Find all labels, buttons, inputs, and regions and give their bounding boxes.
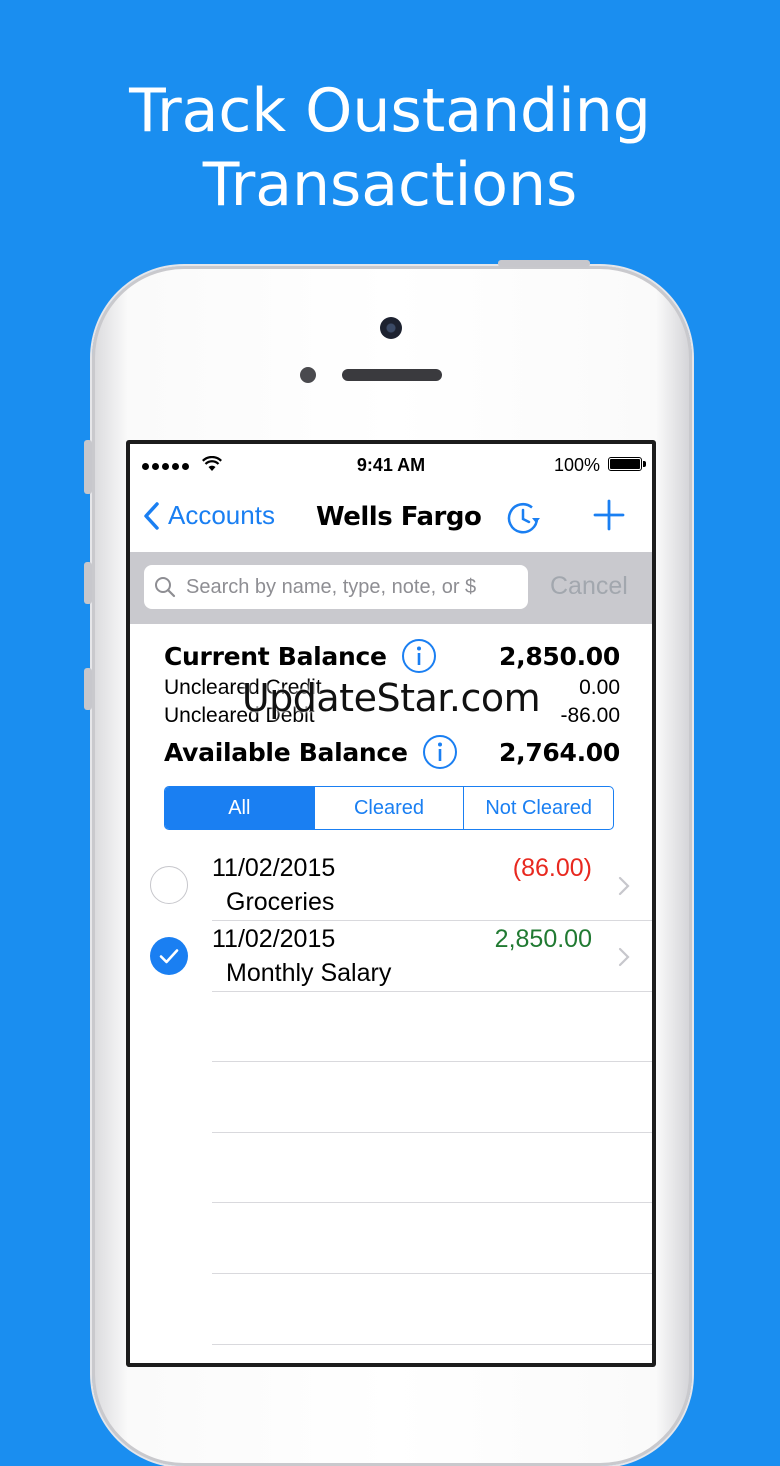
transaction-name: Monthly Salary: [226, 959, 392, 987]
available-balance-row: Available Balance 2,764.00: [164, 734, 620, 770]
phone-screen: 9:41 AM 100% Accounts Wells Fargo Search…: [126, 440, 656, 1367]
add-transaction-icon[interactable]: [592, 498, 626, 532]
search-field-container: [144, 565, 528, 609]
cleared-checkmark-icon[interactable]: [150, 937, 188, 975]
phone-silent-switch: [84, 440, 92, 494]
proximity-sensor: [300, 367, 316, 383]
front-camera: [380, 317, 402, 339]
row-separator: [212, 1273, 652, 1274]
phone-volume-up: [84, 562, 92, 604]
transaction-date: 11/02/2015: [212, 925, 336, 953]
transaction-amount: 2,850.00: [494, 925, 592, 953]
uncleared-debit-row: Uncleared Debit -86.00: [164, 704, 620, 728]
cancel-button[interactable]: Cancel: [550, 572, 628, 601]
transaction-row[interactable]: 11/02/2015 Monthly Salary 2,850.00: [130, 921, 652, 991]
row-separator: [212, 1132, 652, 1133]
row-separator: [212, 1344, 652, 1345]
info-icon[interactable]: [401, 638, 437, 674]
info-icon[interactable]: [422, 734, 458, 770]
chevron-right-icon: [618, 876, 630, 896]
phone-power-button: [498, 260, 590, 267]
phone-volume-down: [84, 668, 92, 710]
battery-percentage: 100%: [553, 455, 600, 475]
current-balance-value: 2,850.00: [499, 641, 620, 671]
search-input[interactable]: [186, 575, 526, 599]
uncleared-credit-value: 0.00: [579, 676, 620, 699]
headline: Track Oustanding Transactions: [0, 74, 780, 222]
available-balance-label: Available Balance: [164, 737, 408, 767]
transaction-amount: (86.00): [512, 854, 592, 882]
uncleared-debit-value: -86.00: [560, 704, 620, 727]
search-bar: Cancel: [130, 552, 652, 624]
page-title: Wells Fargo: [316, 502, 482, 532]
transaction-date: 11/02/2015: [212, 854, 336, 882]
search-icon: [155, 577, 176, 598]
segment-all[interactable]: All: [165, 787, 314, 829]
headline-line-1: Track Oustanding: [129, 76, 651, 146]
history-clock-icon[interactable]: [504, 500, 546, 536]
navigation-bar: Accounts Wells Fargo: [130, 486, 652, 550]
back-button-label: Accounts: [168, 500, 275, 530]
chevron-left-icon: [144, 501, 159, 530]
earpiece-speaker: [342, 369, 442, 381]
current-balance-row: Current Balance 2,850.00: [164, 638, 620, 674]
battery-icon: [608, 457, 646, 471]
uncleared-debit-label: Uncleared Debit: [164, 704, 315, 727]
transaction-row[interactable]: 11/02/2015 Groceries (86.00): [130, 850, 652, 920]
app-display: 9:41 AM 100% Accounts Wells Fargo Search…: [130, 444, 652, 1363]
current-balance-label: Current Balance: [164, 641, 387, 671]
chevron-right-icon: [618, 947, 630, 967]
row-separator: [212, 1202, 652, 1203]
transaction-name: Groceries: [226, 888, 335, 916]
segment-cleared[interactable]: Cleared: [313, 787, 464, 829]
filter-segmented-control: All Cleared Not Cleared: [164, 786, 614, 830]
status-bar: 9:41 AM 100%: [130, 444, 652, 486]
available-balance-value: 2,764.00: [499, 737, 620, 767]
uncleared-status-circle-icon[interactable]: [150, 866, 188, 904]
uncleared-credit-row: Uncleared Credit 0.00: [164, 676, 620, 700]
back-button[interactable]: Accounts: [142, 500, 275, 531]
row-separator: [212, 1061, 652, 1062]
row-separator: [212, 991, 652, 992]
headline-line-2: Transactions: [202, 150, 578, 220]
segment-not-cleared[interactable]: Not Cleared: [463, 787, 613, 829]
uncleared-credit-label: Uncleared Credit: [164, 676, 322, 699]
